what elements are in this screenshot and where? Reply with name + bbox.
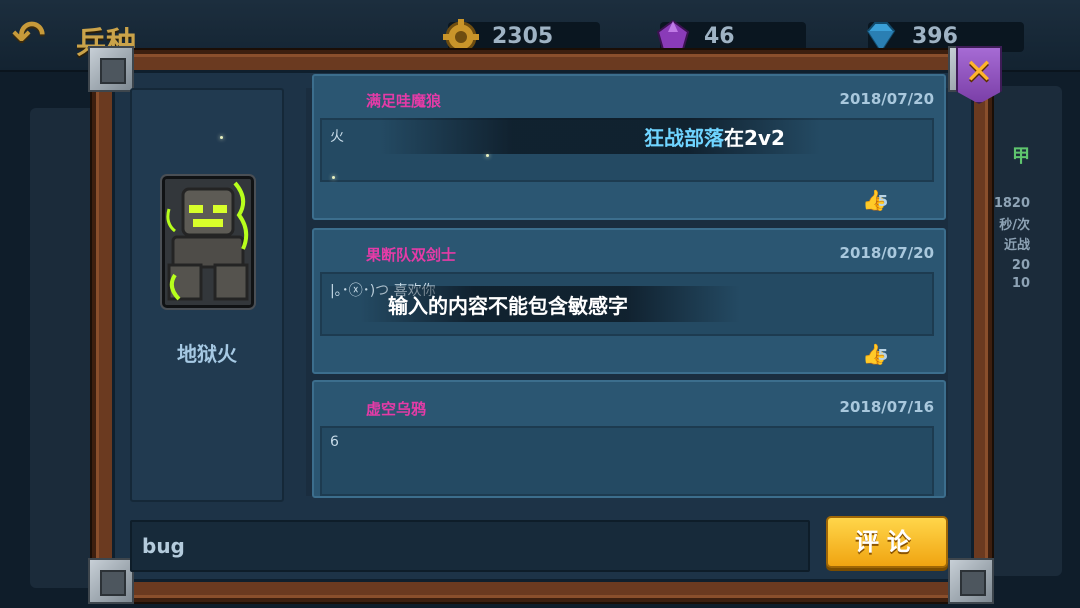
gold-currency: 2305 [443, 19, 600, 55]
warning-toast: 输入的内容不能包含敏感字 [360, 286, 740, 322]
comment-date: 2018/07/16 [839, 398, 934, 416]
unit-portrait [162, 176, 254, 308]
frame-corner [948, 558, 994, 604]
comment-date: 2018/07/20 [839, 90, 934, 108]
toast-rest: 在2v2 [724, 126, 785, 150]
frame-corner [88, 46, 134, 92]
like-count: 5 [877, 192, 888, 210]
back-arrow-icon[interactable]: ↶ [12, 14, 60, 58]
sparkle [332, 176, 335, 179]
comment-card: 虚空乌鸦 2018/07/16 6 [312, 380, 946, 498]
unit-name: 地狱火 [177, 342, 237, 366]
gold-amount: 2305 [492, 24, 554, 49]
crystal-currency: 46 [656, 19, 806, 54]
comment-submit-button[interactable]: 评论 [826, 516, 948, 568]
crystal-amount: 46 [704, 24, 735, 49]
comment-body: 6 [320, 426, 934, 496]
toast-text: 输入的内容不能包含敏感字 [388, 294, 628, 318]
toast-highlight: 狂战部落 [644, 126, 724, 150]
comment-username[interactable]: 满足哇魔狼 [366, 90, 441, 111]
comment-username[interactable]: 果断队双剑士 [366, 244, 456, 265]
toast-text: 狂战部落在2v2 [644, 122, 785, 151]
comment-username[interactable]: 虚空乌鸦 [366, 398, 426, 419]
comment-text: 火 [330, 129, 344, 145]
notification-toast: 狂战部落在2v2 [380, 118, 820, 154]
hellfire-golem-icon [165, 179, 251, 305]
frame-corner [88, 558, 134, 604]
sparkle [486, 154, 489, 157]
comment-input[interactable] [130, 520, 810, 572]
background-panel-left [30, 108, 100, 588]
comment-date: 2018/07/20 [839, 244, 934, 262]
sparkle [220, 136, 223, 139]
close-x-icon: ✕ [964, 52, 994, 92]
like-count: 5 [877, 346, 888, 364]
comment-text: 6 [330, 434, 339, 450]
